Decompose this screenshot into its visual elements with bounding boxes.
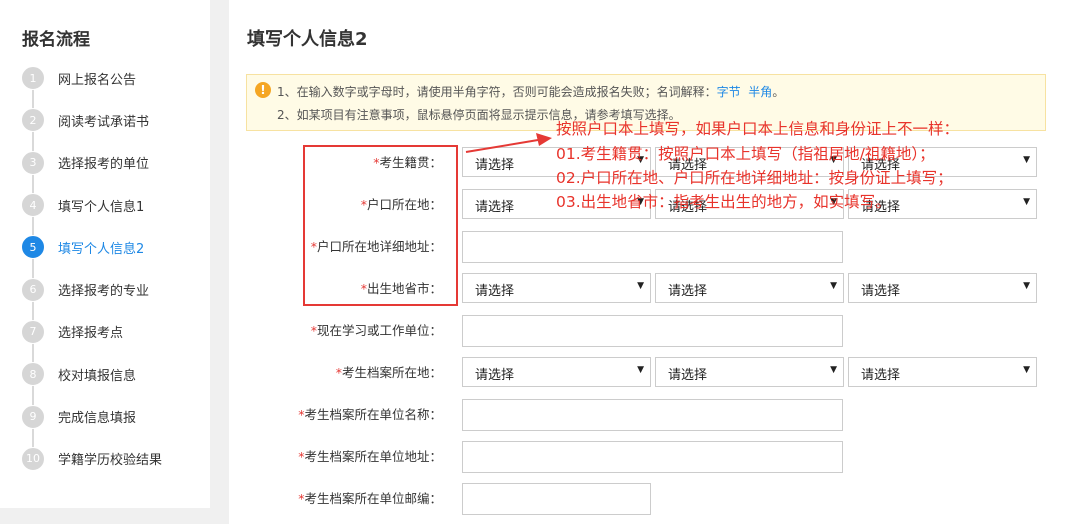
step-2[interactable]: 2 阅读考试承诺书 [0, 99, 210, 141]
step-9[interactable]: 9 完成信息填报 [0, 395, 210, 437]
select-value: 请选择 [475, 368, 515, 383]
input-hukou-addr[interactable] [462, 231, 843, 263]
step-number: 4 [21, 193, 45, 218]
annotation-highlight-box [303, 145, 458, 306]
sidebar-title: 报名流程 [22, 30, 90, 50]
step-number: 2 [21, 108, 45, 133]
input-archive-unit-zip[interactable] [462, 483, 651, 515]
step-6[interactable]: 6 选择报考的专业 [0, 268, 210, 310]
input-archive-unit-name[interactable] [462, 399, 843, 431]
step-1[interactable]: 1 网上报名公告 [0, 57, 210, 99]
input-archive-unit-addr[interactable] [462, 441, 843, 473]
step-list: 1 网上报名公告 2 阅读考试承诺书 3 选择报考的单位 4 填写个人信息1 5 填写个人… [0, 57, 210, 480]
field-label-work-unit: *现在学习或工作单位： [311, 315, 442, 347]
select-archive-city[interactable]: 请选择 ▼ [655, 357, 844, 387]
annotation-line-3: 03.出生地省市：指考生出生的地方，如实填写。 [556, 193, 891, 211]
select-archive-province[interactable]: 请选择 ▼ [462, 357, 651, 387]
link-byte[interactable]: 字节 [717, 85, 741, 99]
row-archive-loc: *考生档案所在地： 请选择 ▼ 请选择 ▼ 请选择 ▼ [229, 357, 1070, 389]
row-work-unit: *现在学习或工作单位： [229, 315, 1070, 347]
step-label: 完成信息填报 [58, 411, 137, 427]
label-text: 考生档案所在地： [341, 365, 442, 380]
step-number: 1 [21, 66, 45, 91]
dropdown-caret-icon: ▼ [1023, 155, 1030, 165]
step-label: 网上报名公告 [58, 72, 137, 88]
step-5-active[interactable]: 5 填写个人信息2 [0, 226, 210, 268]
step-label: 选择报考的单位 [58, 157, 150, 173]
step-4[interactable]: 4 填写个人信息1 [0, 184, 210, 226]
step-number: 3 [21, 150, 45, 175]
dropdown-caret-icon: ▼ [1023, 281, 1030, 291]
step-number: 10 [21, 446, 45, 471]
select-birth-city[interactable]: 请选择 ▼ [655, 273, 844, 303]
select-value: 请选择 [861, 284, 901, 299]
select-value: 请选择 [668, 284, 708, 299]
row-archive-unit-addr: *考生档案所在单位地址： [229, 441, 1070, 473]
label-text: 考生档案所在单位邮编： [304, 491, 442, 506]
notice-text: 1、在输入数字或字母时，请使用半角字符，否则可能会造成报名失败；名词解释： [277, 85, 717, 99]
annotation-line-1: 01.考生籍贯：按照户口本上填写（指祖居地/祖籍地）； [556, 145, 935, 163]
step-number: 8 [21, 362, 45, 387]
annotation-line-2: 02.户口所在地、户口所在地详细地址：按身份证上填写； [556, 169, 953, 187]
input-work-unit[interactable] [462, 315, 843, 347]
select-archive-county[interactable]: 请选择 ▼ [848, 357, 1037, 387]
label-text: 现在学习或工作单位： [316, 323, 442, 338]
annotation-line-0: 按照户口本上填写，如果户口本上信息和身份证上不一样： [556, 120, 960, 138]
warning-icon: ! [255, 82, 271, 98]
step-label: 校对填报信息 [58, 368, 137, 384]
field-label-archive-unit-name: *考生档案所在单位名称： [298, 399, 442, 431]
select-value: 请选择 [475, 158, 515, 173]
dropdown-caret-icon: ▼ [830, 365, 837, 375]
step-label: 学籍学历校验结果 [58, 453, 163, 469]
dropdown-caret-icon: ▼ [637, 365, 644, 375]
step-3[interactable]: 3 选择报考的单位 [0, 142, 210, 184]
step-8[interactable]: 8 校对填报信息 [0, 353, 210, 395]
dropdown-caret-icon: ▼ [637, 281, 644, 291]
dropdown-caret-icon: ▼ [830, 281, 837, 291]
step-label: 阅读考试承诺书 [58, 114, 150, 130]
notice-line-1: 1、在输入数字或字母时，请使用半角字符，否则可能会造成报名失败；名词解释：字节 … [277, 83, 784, 100]
select-value: 请选择 [668, 368, 708, 383]
step-label: 选择报考点 [58, 326, 124, 342]
select-birth-county[interactable]: 请选择 ▼ [848, 273, 1037, 303]
select-birth-province[interactable]: 请选择 ▼ [462, 273, 651, 303]
dropdown-caret-icon: ▼ [1023, 197, 1030, 207]
notice-suffix: 。 [772, 85, 785, 99]
select-value: 请选择 [475, 284, 515, 299]
step-number: 5 [21, 235, 45, 260]
label-text: 考生档案所在单位名称： [304, 407, 442, 422]
step-label: 填写个人信息1 [58, 199, 145, 215]
field-label-archive-loc: *考生档案所在地： [336, 357, 442, 389]
step-number: 7 [21, 319, 45, 344]
step-label: 填写个人信息2 [58, 241, 145, 257]
row-archive-unit-name: *考生档案所在单位名称： [229, 399, 1070, 431]
sidebar: 报名流程 1 网上报名公告 2 阅读考试承诺书 3 选择报考的单位 4 填写个人信息1 … [0, 0, 210, 508]
select-value: 请选择 [861, 368, 901, 383]
label-text: 考生档案所在单位地址： [304, 449, 442, 464]
step-label: 选择报考的专业 [58, 284, 150, 300]
step-number: 6 [21, 277, 45, 302]
dropdown-caret-icon: ▼ [1023, 365, 1030, 375]
step-10[interactable]: 10 学籍学历校验结果 [0, 438, 210, 480]
select-value: 请选择 [475, 200, 515, 215]
step-7[interactable]: 7 选择报考点 [0, 311, 210, 353]
step-number: 9 [21, 404, 45, 429]
row-archive-unit-zip: *考生档案所在单位邮编： [229, 483, 1070, 515]
link-halfwidth[interactable]: 半角 [748, 85, 772, 99]
page-title: 填写个人信息2 [247, 29, 368, 50]
field-label-archive-unit-addr: *考生档案所在单位地址： [298, 441, 442, 473]
field-label-archive-unit-zip: *考生档案所在单位邮编： [298, 483, 442, 515]
